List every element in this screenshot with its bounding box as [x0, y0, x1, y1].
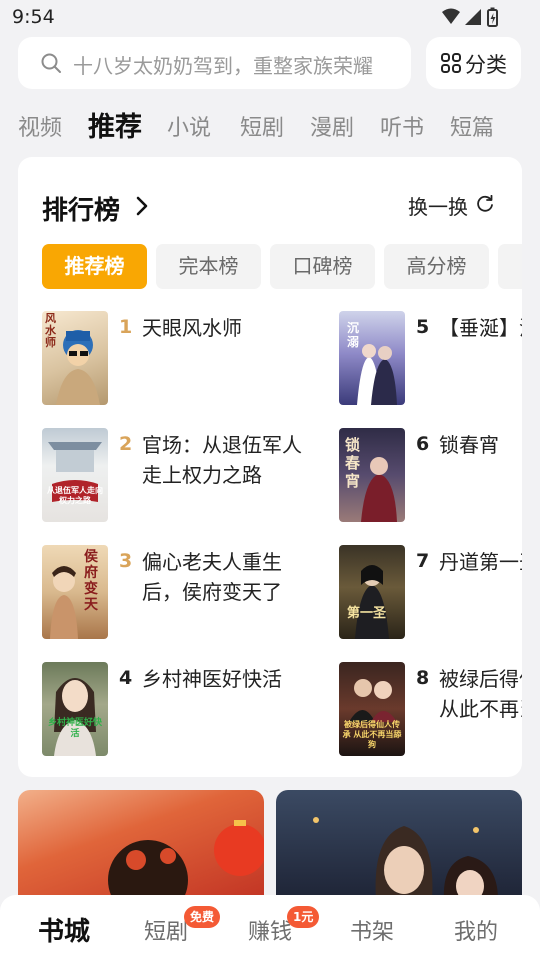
tab-high-score-list[interactable]: 高分榜	[384, 244, 489, 289]
tab-reputation-list[interactable]: 口碑榜	[270, 244, 375, 289]
book-item-6[interactable]: 锁春宵 6 锁春宵	[339, 428, 522, 524]
category-button[interactable]: 分类	[426, 37, 521, 89]
promo-banner-right[interactable]	[276, 790, 522, 900]
search-input[interactable]: 十八岁太奶奶驾到，重整家族荣耀	[18, 37, 411, 89]
tab-completed-list[interactable]: 完本榜	[156, 244, 261, 289]
chevron-right-icon[interactable]	[134, 195, 150, 217]
nav-short-drama[interactable]: 短剧	[144, 914, 188, 946]
tab-video[interactable]: 视频	[18, 110, 62, 142]
book-title-2: 官场：从退伍军人走上权力之路	[142, 433, 302, 487]
book-cover-text-5: 沉溺	[347, 321, 360, 349]
book-rank-1: 1	[119, 316, 133, 338]
signal-icon	[465, 9, 481, 25]
book-cover-text-7: 第一圣	[347, 606, 387, 621]
battery-icon	[487, 7, 498, 27]
status-bar: 9:54	[0, 0, 540, 34]
book-cover-text-6: 锁春宵	[345, 436, 361, 490]
book-rank-8: 8	[416, 667, 430, 689]
book-rank-7: 7	[416, 550, 430, 572]
bottom-navigation: 书城 短剧 免费 赚钱 1元 书架 我的	[0, 895, 540, 960]
book-title-7: 丹道第一圣	[439, 550, 522, 574]
tab-short-story[interactable]: 短篇	[450, 110, 494, 142]
book-title-4: 乡村神医好快活	[142, 667, 282, 691]
status-time: 9:54	[12, 6, 55, 28]
book-item-3[interactable]: 侯府变天 3 偏心老夫人重生后，侯府变天了	[42, 545, 282, 641]
search-placeholder: 十八岁太奶奶驾到，重整家族荣耀	[73, 54, 373, 78]
book-item-8[interactable]: 被绿后得仙人传承 从此不再当舔狗 8 被绿后得仙人传承 从此不再当舔狗	[339, 662, 522, 758]
book-cover-2[interactable]: 从退伍军人走向权力之路	[42, 428, 108, 522]
book-rank-2: 2	[119, 433, 133, 455]
book-cover-text-8: 被绿后得仙人传承 从此不再当舔狗	[342, 720, 402, 749]
book-item-1[interactable]: 风水师 1 天眼风水师	[42, 311, 282, 407]
book-cover-6[interactable]: 锁春宵	[339, 428, 405, 522]
status-icons	[442, 7, 498, 27]
book-title-6: 锁春宵	[439, 433, 499, 457]
book-rank-3: 3	[119, 550, 133, 572]
nav-bookstore[interactable]: 书城	[38, 911, 90, 948]
free-badge: 免费	[184, 906, 221, 928]
ranking-card: 排行榜 换一换 推荐榜 完本榜 口碑榜 高分榜 风水师 1 天眼风水师 从退伍军…	[18, 157, 522, 777]
book-rank-6: 6	[416, 433, 430, 455]
book-cover-5[interactable]: 沉溺	[339, 311, 405, 405]
nav-bookshelf[interactable]: 书架	[350, 914, 394, 946]
book-cover-7[interactable]: 第一圣	[339, 545, 405, 639]
grid-icon	[441, 53, 461, 73]
refresh-icon[interactable]	[476, 195, 494, 213]
wifi-icon	[442, 8, 460, 24]
nav-profile[interactable]: 我的	[454, 914, 498, 946]
search-icon	[41, 53, 61, 73]
book-cover-text-4: 乡村神医好快活	[47, 718, 102, 739]
nav-earn[interactable]: 赚钱	[248, 914, 292, 946]
book-rank-4: 4	[119, 667, 133, 689]
book-item-2[interactable]: 从退伍军人走向权力之路 2 官场：从退伍军人走上权力之路	[42, 428, 302, 524]
book-cover-1[interactable]: 风水师	[42, 311, 108, 405]
book-rank-5: 5	[416, 316, 430, 338]
ranking-title[interactable]: 排行榜	[42, 190, 120, 227]
cash-badge: 1元	[287, 906, 320, 928]
tab-audiobook[interactable]: 听书	[380, 110, 424, 142]
tab-novel[interactable]: 小说	[167, 110, 211, 142]
book-item-7[interactable]: 第一圣 7 丹道第一圣	[339, 545, 522, 641]
book-cover-text-2: 从退伍军人走向权力之路	[47, 486, 103, 505]
promo-banner-left[interactable]	[18, 790, 264, 900]
book-title-8: 被绿后得仙人传承 从此不再当舔狗	[439, 667, 522, 721]
book-item-4[interactable]: 乡村神医好快活 4 乡村神医好快活	[42, 662, 282, 758]
book-cover-3[interactable]: 侯府变天	[42, 545, 108, 639]
book-cover-text-1: 风水师	[45, 312, 56, 349]
book-cover-text-3: 侯府变天	[84, 549, 98, 613]
book-cover-4[interactable]: 乡村神医好快活	[42, 662, 108, 756]
category-label: 分类	[465, 53, 507, 77]
book-item-5[interactable]: 沉溺 5 【垂涎】沉溺	[339, 311, 522, 407]
refresh-button[interactable]: 换一换	[408, 191, 468, 220]
tab-recommend-list[interactable]: 推荐榜	[42, 244, 147, 289]
book-title-1: 天眼风水师	[142, 316, 242, 340]
book-cover-8[interactable]: 被绿后得仙人传承 从此不再当舔狗	[339, 662, 405, 756]
book-title-3: 偏心老夫人重生后，侯府变天了	[142, 550, 282, 604]
tab-more-list[interactable]	[498, 244, 522, 289]
tab-recommend[interactable]: 推荐	[88, 105, 142, 144]
tab-comic-drama[interactable]: 漫剧	[310, 110, 354, 142]
tab-short-drama[interactable]: 短剧	[240, 110, 284, 142]
book-title-5: 【垂涎】沉溺	[439, 316, 522, 340]
